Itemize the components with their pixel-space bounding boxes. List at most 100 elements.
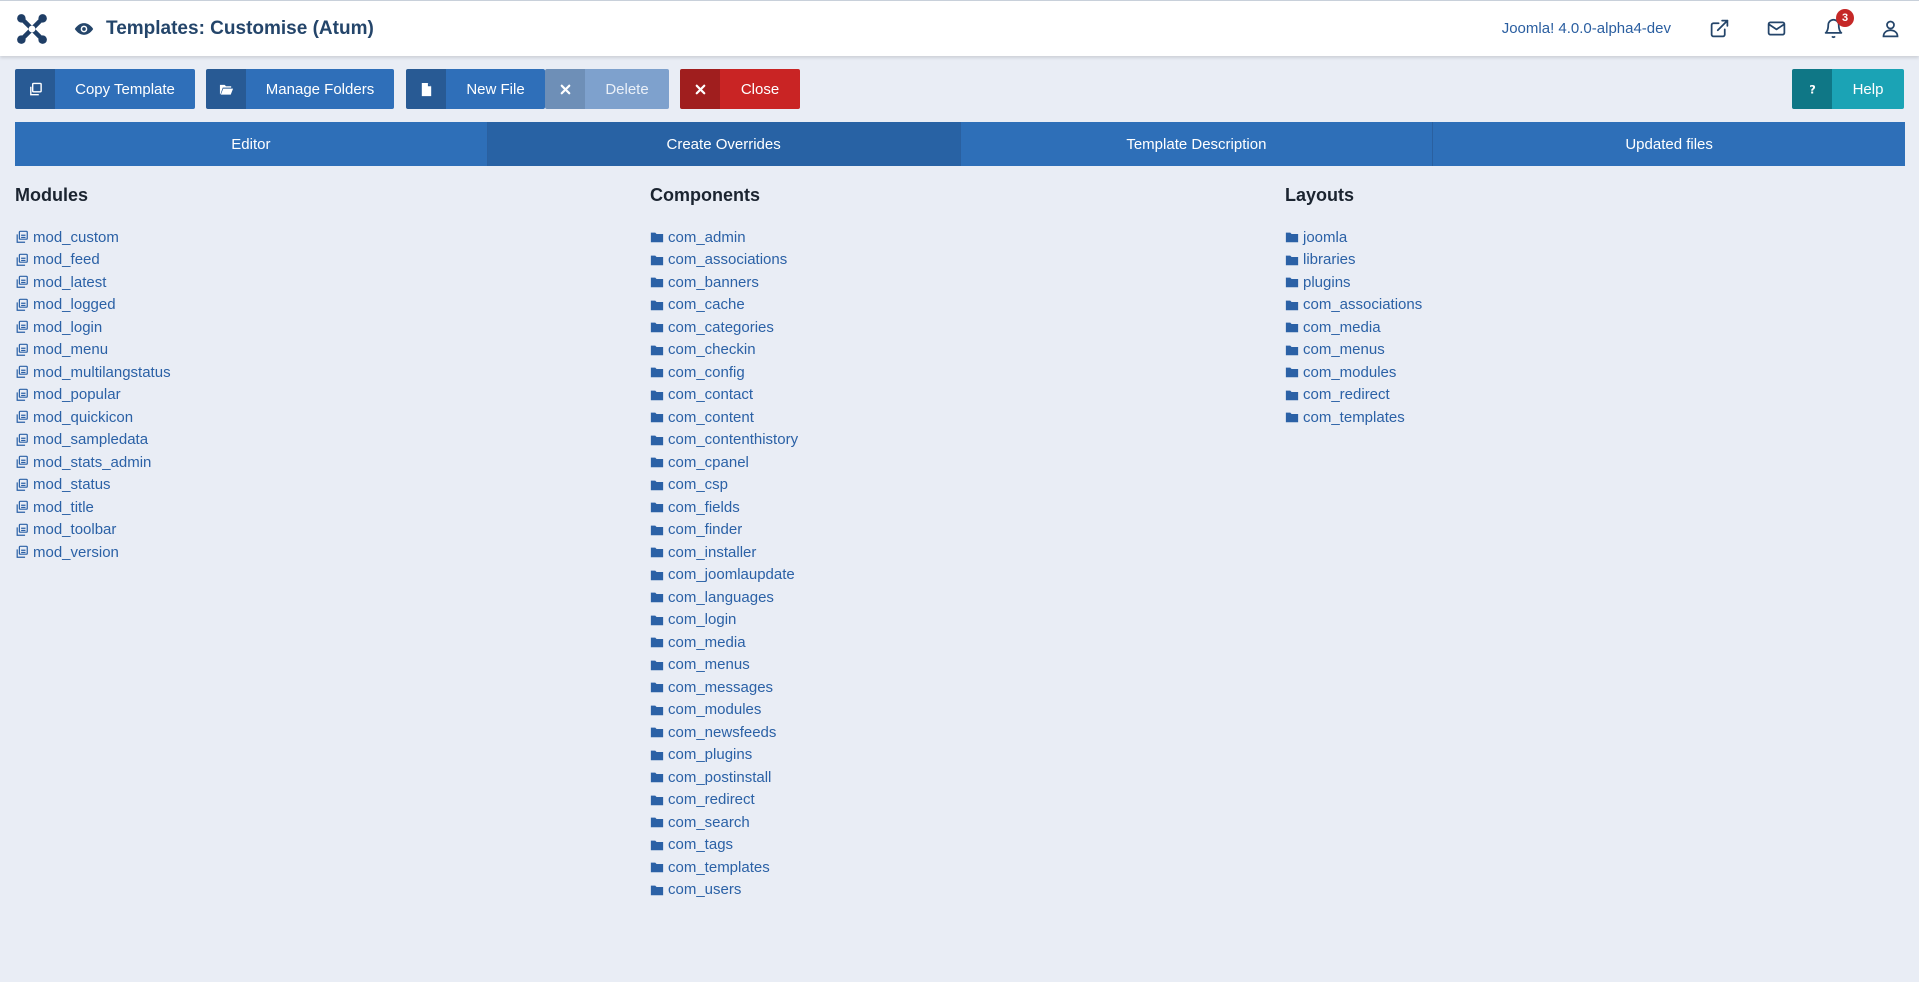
list-item: com_config (650, 361, 1270, 384)
override-link[interactable]: com_banners (650, 274, 759, 291)
override-link[interactable]: com_contact (650, 386, 753, 403)
tab-template-description[interactable]: Template Description (961, 122, 1434, 166)
tab-editor[interactable]: Editor (15, 122, 488, 166)
list-item: com_checkin (650, 339, 1270, 362)
list-item: joomla (1285, 226, 1905, 249)
override-link[interactable]: com_associations (1285, 296, 1422, 313)
override-link[interactable]: com_templates (650, 859, 770, 876)
override-link[interactable]: com_languages (650, 589, 774, 606)
override-link[interactable]: com_menus (650, 656, 750, 673)
override-link[interactable]: com_associations (650, 251, 787, 268)
folder-icon (650, 772, 664, 783)
folder-icon (650, 637, 664, 648)
override-link[interactable]: com_admin (650, 229, 746, 246)
override-link-label: com_installer (668, 543, 757, 561)
folder-icon (650, 547, 664, 558)
folder-icon (650, 615, 664, 625)
override-link[interactable]: com_login (650, 611, 736, 628)
override-link[interactable]: mod_title (15, 499, 94, 516)
notification-badge: 3 (1836, 8, 1854, 27)
override-link[interactable]: mod_quickicon (15, 409, 133, 426)
joomla-logo[interactable] (0, 1, 64, 57)
override-link[interactable]: com_media (650, 634, 746, 651)
override-link[interactable]: com_contenthistory (650, 431, 798, 448)
override-link-label: mod_version (33, 543, 119, 561)
override-link[interactable]: com_messages (650, 679, 773, 696)
override-link[interactable]: plugins (1285, 274, 1351, 291)
override-link[interactable]: com_menus (1285, 341, 1385, 358)
override-link[interactable]: mod_popular (15, 386, 121, 403)
override-link[interactable]: com_search (650, 814, 750, 831)
components-column: Components com_admin com_associations com_… (650, 184, 1270, 901)
list-item: com_search (650, 811, 1270, 834)
override-link[interactable]: com_modules (650, 701, 761, 718)
copy-template-button[interactable]: Copy Template (15, 69, 195, 109)
folder-icon (1285, 300, 1299, 310)
override-link[interactable]: com_content (650, 409, 754, 426)
override-link[interactable]: com_cpanel (650, 454, 749, 471)
override-link[interactable]: com_plugins (650, 746, 752, 763)
list-item: com_modules (650, 699, 1270, 722)
list-item: com_admin (650, 226, 1270, 249)
override-link[interactable]: com_postinstall (650, 769, 771, 786)
override-link[interactable]: mod_custom (15, 229, 119, 246)
override-link[interactable]: mod_multilangstatus (15, 364, 171, 381)
new-file-button[interactable]: New File (406, 69, 545, 109)
override-link[interactable]: mod_toolbar (15, 521, 116, 538)
override-link[interactable]: com_installer (650, 544, 756, 561)
override-link[interactable]: mod_stats_admin (15, 454, 151, 471)
folder-icon (650, 367, 664, 378)
override-link[interactable]: com_newsfeeds (650, 724, 776, 741)
notifications-button[interactable]: 3 (1805, 1, 1862, 57)
override-link[interactable]: com_csp (650, 476, 728, 493)
tab-create-overrides[interactable]: Create Overrides (487, 122, 961, 166)
override-link[interactable]: com_media (1285, 319, 1381, 336)
manage-folders-button[interactable]: Manage Folders (206, 69, 394, 109)
copy-icon (16, 433, 28, 446)
override-link-label: com_cache (668, 296, 745, 314)
folder-icon (650, 300, 664, 310)
override-link[interactable]: com_users (650, 881, 741, 898)
list-item: mod_title (15, 496, 635, 519)
override-link[interactable]: mod_menu (15, 341, 108, 358)
override-link[interactable]: com_config (650, 364, 745, 381)
override-link[interactable]: com_fields (650, 499, 740, 516)
override-link[interactable]: com_redirect (1285, 386, 1390, 403)
override-link[interactable]: com_finder (650, 521, 742, 538)
header: Templates: Customise (Atum) Joomla! 4.0.… (0, 0, 1919, 56)
list-item: com_plugins (650, 744, 1270, 767)
override-link[interactable]: com_cache (650, 296, 745, 313)
override-link[interactable]: com_tags (650, 836, 733, 853)
override-link[interactable]: mod_sampledata (15, 431, 148, 448)
override-link[interactable]: mod_feed (15, 251, 100, 268)
override-link[interactable]: mod_login (15, 319, 102, 336)
override-link[interactable]: com_checkin (650, 341, 756, 358)
override-link[interactable]: com_joomlaupdate (650, 566, 795, 583)
user-menu-button[interactable] (1862, 1, 1919, 57)
help-button[interactable]: ? Help (1792, 69, 1904, 109)
override-link-label: com_media (668, 633, 746, 651)
external-link-button[interactable] (1691, 1, 1748, 57)
delete-button[interactable]: Delete (545, 69, 669, 109)
folder-icon (650, 502, 664, 513)
version-link[interactable]: Joomla! 4.0.0-alpha4-dev (1502, 20, 1671, 37)
list-item: mod_multilangstatus (15, 361, 635, 384)
copy-icon (16, 275, 28, 289)
override-link[interactable]: joomla (1285, 229, 1347, 246)
override-link[interactable]: com_templates (1285, 409, 1405, 426)
override-link[interactable]: com_modules (1285, 364, 1396, 381)
override-link-label: com_redirect (1303, 386, 1390, 404)
override-link[interactable]: mod_latest (15, 274, 106, 291)
tab-updated-files[interactable]: Updated files (1433, 122, 1905, 166)
override-link[interactable]: com_redirect (650, 791, 755, 808)
override-link[interactable]: mod_logged (15, 296, 116, 313)
copy-icon (29, 82, 42, 95)
override-link[interactable]: libraries (1285, 251, 1356, 268)
messages-button[interactable] (1748, 1, 1805, 57)
override-link[interactable]: mod_status (15, 476, 111, 493)
override-link[interactable]: com_categories (650, 319, 774, 336)
close-button[interactable]: Close (680, 69, 800, 109)
override-link-label: com_cpanel (668, 453, 749, 471)
folder-icon (650, 457, 664, 468)
override-link[interactable]: mod_version (15, 544, 119, 561)
